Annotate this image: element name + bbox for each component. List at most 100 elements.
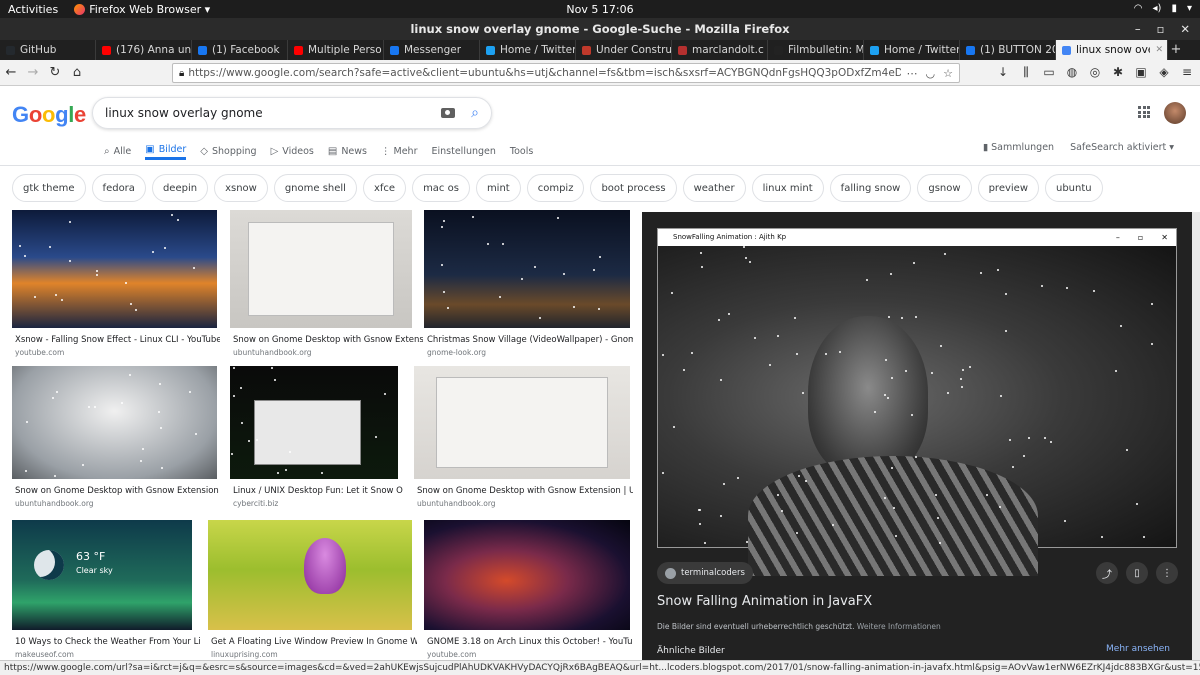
- result-thumbnail[interactable]: [414, 366, 630, 479]
- search-input[interactable]: linux snow overlay gnome: [105, 106, 441, 120]
- result-thumbnail[interactable]: [208, 520, 412, 630]
- related-chip[interactable]: xfce: [362, 174, 407, 202]
- maximize-icon[interactable]: ▫: [1157, 18, 1165, 40]
- bookmark-star-icon[interactable]: ☆: [943, 67, 953, 80]
- tab-mehr[interactable]: ⋮ Mehr: [381, 142, 418, 160]
- tab-news[interactable]: ▤ News: [328, 142, 367, 160]
- share-icon[interactable]: ⤴: [1096, 562, 1118, 584]
- result-title[interactable]: Xsnow - Falling Snow Effect - Linux CLI …: [15, 335, 220, 345]
- google-logo[interactable]: Google: [12, 102, 86, 128]
- browser-tab[interactable]: GitHub: [0, 40, 96, 60]
- browser-tab[interactable]: Filmbulletin: M: [768, 40, 864, 60]
- search-icon[interactable]: ⌕: [471, 105, 479, 121]
- related-chip[interactable]: falling snow: [829, 174, 912, 202]
- browser-tab[interactable]: Under Constru: [576, 40, 672, 60]
- related-chip[interactable]: deepin: [151, 174, 209, 202]
- result-title[interactable]: Snow on Gnome Desktop with Gsnow Extensi…: [15, 486, 220, 496]
- extension-icon-2[interactable]: ◎: [1088, 65, 1102, 80]
- result-title[interactable]: Linux / UNIX Desktop Fun: Let it Snow On…: [233, 486, 403, 496]
- save-icon[interactable]: ▯: [1126, 562, 1148, 584]
- result-thumbnail[interactable]: [230, 366, 398, 479]
- result-title[interactable]: GNOME 3.18 on Arch Linux this October! -…: [427, 637, 633, 647]
- forward-icon[interactable]: →: [22, 65, 44, 80]
- preview-max-icon: ▫: [1137, 233, 1144, 242]
- see-more-link[interactable]: Mehr ansehen: [1106, 644, 1170, 654]
- tab-tools[interactable]: Tools: [510, 142, 533, 160]
- search-box[interactable]: linux snow overlay gnome ⌕: [92, 97, 492, 129]
- related-chip[interactable]: linux mint: [751, 174, 824, 202]
- pocket-icon[interactable]: ◡: [926, 67, 936, 80]
- downloads-icon[interactable]: ↓: [996, 65, 1010, 80]
- preview-title[interactable]: Snow Falling Animation in JavaFX: [657, 594, 872, 609]
- sidebar-icon[interactable]: ▭: [1042, 65, 1056, 80]
- more-info-link[interactable]: Weitere Informationen: [857, 622, 941, 631]
- related-chip[interactable]: gtk theme: [12, 174, 86, 202]
- related-chip[interactable]: fedora: [91, 174, 146, 202]
- preview-image[interactable]: SnowFalling Animation : Ajith Kp – ▫ ✕: [657, 228, 1177, 576]
- scrollbar[interactable]: [1192, 212, 1200, 660]
- extension-icon-4[interactable]: ▣: [1134, 65, 1148, 80]
- browser-tab[interactable]: (176) Anna und: [96, 40, 192, 60]
- camera-search-icon[interactable]: [441, 108, 456, 118]
- collections-link[interactable]: ▮ Sammlungen: [983, 142, 1054, 153]
- related-chip[interactable]: boot process: [590, 174, 677, 202]
- related-chip[interactable]: compiz: [526, 174, 585, 202]
- related-chip[interactable]: gsnow: [917, 174, 972, 202]
- page-actions-icon[interactable]: ⋯: [907, 67, 918, 80]
- activities-button[interactable]: Activities: [0, 3, 68, 16]
- address-bar[interactable]: 🔒︎ https://www.google.com/search?safe=ac…: [172, 63, 960, 83]
- related-chip[interactable]: xsnow: [214, 174, 268, 202]
- browser-tab[interactable]: Messenger: [384, 40, 480, 60]
- menu-icon[interactable]: ≡: [1180, 65, 1194, 80]
- library-icon[interactable]: ⫼: [1019, 65, 1033, 80]
- related-chip[interactable]: mac os: [412, 174, 470, 202]
- result-thumbnail[interactable]: [424, 520, 630, 630]
- snowflake: [700, 252, 703, 255]
- result-thumbnail[interactable]: [230, 210, 412, 328]
- result-title[interactable]: Snow on Gnome Desktop with Gsnow Extensi…: [417, 486, 633, 496]
- browser-tab[interactable]: marclandolt.c: [672, 40, 768, 60]
- tab-shopping[interactable]: ◇ Shopping: [200, 142, 256, 160]
- close-window-icon[interactable]: ✕: [1180, 18, 1190, 40]
- minimize-icon[interactable]: –: [1135, 18, 1141, 40]
- related-chip[interactable]: gnome shell: [273, 174, 357, 202]
- tab-videos[interactable]: ▷ Videos: [271, 142, 314, 160]
- tab-close-icon[interactable]: ✕: [1155, 45, 1163, 55]
- home-icon[interactable]: ⌂: [66, 65, 88, 80]
- google-apps-icon[interactable]: [1138, 106, 1150, 118]
- browser-tab[interactable]: (1) Facebook: [192, 40, 288, 60]
- tab-bilder[interactable]: ▣ Bilder: [145, 142, 187, 160]
- result-thumbnail[interactable]: [424, 210, 630, 328]
- new-tab-icon[interactable]: +: [1168, 40, 1184, 60]
- browser-tab[interactable]: linux snow over ✕: [1056, 40, 1168, 60]
- browser-tab[interactable]: Home / Twitter: [480, 40, 576, 60]
- tab-alle[interactable]: ⌕ Alle: [104, 142, 131, 160]
- avatar[interactable]: [1164, 102, 1186, 124]
- result-title[interactable]: Snow on Gnome Desktop with Gsnow Extensi…: [233, 335, 423, 345]
- tab-einstellungen[interactable]: Einstellungen: [432, 142, 496, 160]
- related-chip[interactable]: weather: [682, 174, 746, 202]
- safesearch-toggle[interactable]: SafeSearch aktiviert ▾: [1070, 142, 1174, 153]
- related-chip[interactable]: ubuntu: [1045, 174, 1103, 202]
- system-tray[interactable]: ◠ ◂) ▮ ▾: [1134, 3, 1192, 14]
- result-title[interactable]: Christmas Snow Village (VideoWallpaper) …: [427, 335, 633, 345]
- back-icon[interactable]: ←: [0, 65, 22, 80]
- extension-icon-3[interactable]: ✱: [1111, 65, 1125, 80]
- result-thumbnail[interactable]: [12, 366, 217, 479]
- app-menu[interactable]: Firefox Web Browser ▾: [74, 3, 210, 16]
- more-options-icon[interactable]: ⋮: [1156, 562, 1178, 584]
- result-title[interactable]: 10 Ways to Check the Weather From Your L…: [15, 637, 200, 647]
- source-chip[interactable]: terminalcoders: [657, 562, 753, 584]
- extension-icon[interactable]: ◍: [1065, 65, 1079, 80]
- extension-icon-5[interactable]: ◈: [1157, 65, 1171, 80]
- browser-tab[interactable]: Multiple Perso: [288, 40, 384, 60]
- related-chip[interactable]: preview: [977, 174, 1039, 202]
- related-chip[interactable]: mint: [475, 174, 521, 202]
- result-thumbnail[interactable]: 63 °F Clear sky: [12, 520, 192, 630]
- snowflake: [538, 317, 541, 320]
- result-thumbnail[interactable]: [12, 210, 217, 328]
- browser-tab[interactable]: Home / Twitter: [864, 40, 960, 60]
- reload-icon[interactable]: ↻: [44, 65, 66, 80]
- result-title[interactable]: Get A Floating Live Window Preview In Gn…: [211, 637, 417, 647]
- browser-tab[interactable]: (1) BUTTON 20: [960, 40, 1056, 60]
